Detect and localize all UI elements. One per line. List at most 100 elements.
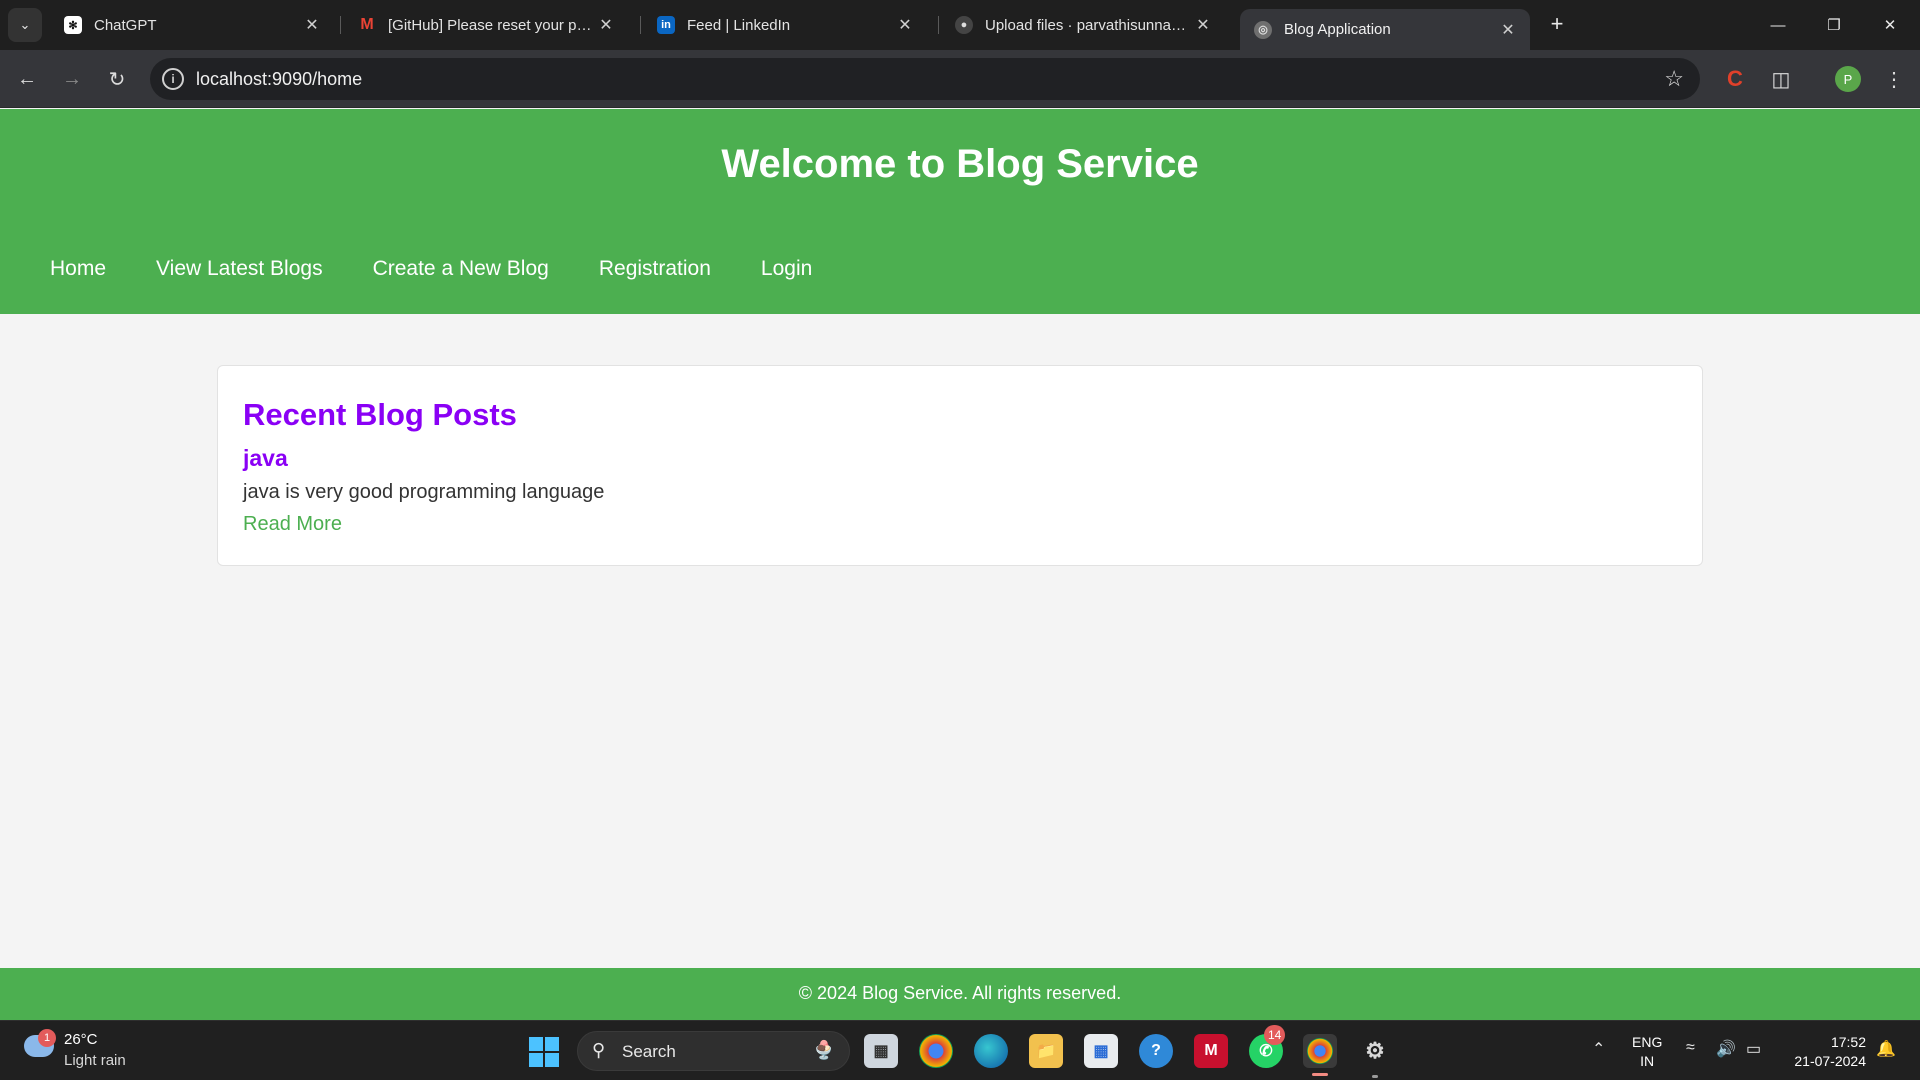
taskbar: 1 26°C Light rain ⚲ Search 🍨 ▦ 📁 ▦ ? M ✆… bbox=[0, 1020, 1920, 1080]
forward-button[interactable]: → bbox=[55, 62, 89, 96]
search-icon: ⚲ bbox=[592, 1040, 606, 1060]
windows-logo-part bbox=[529, 1053, 543, 1067]
globe-icon: ◎ bbox=[1254, 20, 1272, 39]
more-menu-icon[interactable]: ⋮ bbox=[1880, 65, 1908, 93]
running-app-indicator bbox=[1372, 1075, 1378, 1078]
wifi-icon[interactable]: ≈ bbox=[1686, 1039, 1695, 1057]
input-language[interactable]: ENG IN bbox=[1632, 1033, 1662, 1071]
browser-tab-strip: ⌄ ✻ ChatGPT ✕ M [GitHub] Please reset yo… bbox=[0, 0, 1920, 50]
reload-button[interactable]: ↻ bbox=[100, 62, 134, 96]
clock-date: 21-07-2024 bbox=[1794, 1053, 1866, 1069]
address-url[interactable]: localhost:9090/home bbox=[196, 69, 362, 90]
taskbar-search[interactable]: ⚲ Search 🍨 bbox=[577, 1031, 850, 1071]
weather-description: Light rain bbox=[64, 1052, 126, 1069]
restore-button[interactable]: ❐ bbox=[1806, 0, 1862, 50]
chrome-icon[interactable] bbox=[919, 1034, 953, 1068]
tab-blog-application[interactable]: ◎ Blog Application ✕ bbox=[1240, 9, 1530, 50]
nav-create-blog-link[interactable]: Create a New Blog bbox=[373, 257, 549, 281]
minimize-icon: — bbox=[1770, 16, 1786, 34]
settings-gear-icon[interactable]: ⚙ bbox=[1358, 1034, 1392, 1068]
site-title: Welcome to Blog Service bbox=[721, 142, 1199, 186]
whatsapp-badge: 14 bbox=[1264, 1025, 1286, 1045]
minimize-button[interactable]: — bbox=[1750, 0, 1806, 50]
windows-logo-part bbox=[545, 1053, 559, 1067]
close-icon[interactable]: ✕ bbox=[596, 15, 616, 35]
volume-icon[interactable]: 🔊 bbox=[1716, 1039, 1736, 1059]
file-explorer-icon[interactable]: 📁 bbox=[1029, 1034, 1063, 1068]
task-view-icon[interactable]: ▦ bbox=[864, 1034, 898, 1068]
tab-separator bbox=[938, 16, 939, 34]
chrome-active-icon[interactable] bbox=[1303, 1034, 1337, 1068]
chevron-down-icon: ⌄ bbox=[19, 17, 31, 32]
footer-text: © 2024 Blog Service. All rights reserved… bbox=[798, 983, 1122, 1003]
close-icon[interactable]: ✕ bbox=[895, 15, 915, 35]
tab-separator bbox=[640, 16, 641, 34]
microsoft-store-icon[interactable]: ▦ bbox=[1084, 1034, 1118, 1068]
extension-c-icon[interactable]: C bbox=[1721, 65, 1749, 93]
tab-title: ChatGPT bbox=[94, 16, 157, 34]
site-nav: Home View Latest Blogs Create a New Blog… bbox=[50, 257, 862, 281]
post-title: java bbox=[243, 445, 288, 471]
edge-icon[interactable] bbox=[974, 1034, 1008, 1068]
close-window-button[interactable]: ✕ bbox=[1862, 0, 1918, 50]
tab-title: Feed | LinkedIn bbox=[687, 16, 791, 34]
back-button[interactable]: ← bbox=[10, 62, 44, 96]
close-icon[interactable]: ✕ bbox=[302, 15, 322, 35]
recent-posts-heading: Recent Blog Posts bbox=[243, 397, 517, 432]
windows-logo-icon bbox=[529, 1037, 543, 1051]
puzzle-icon[interactable]: ◫ bbox=[1767, 65, 1795, 93]
site-header: Welcome to Blog Service Home View Latest… bbox=[0, 109, 1920, 314]
tab-title: Upload files · parvathisunnam/J bbox=[985, 16, 1193, 34]
linkedin-icon: in bbox=[657, 16, 675, 34]
read-more-link[interactable]: Read More bbox=[243, 513, 342, 536]
tab-chatgpt[interactable]: ✻ ChatGPT ✕ bbox=[50, 7, 334, 43]
nav-login-link[interactable]: Login bbox=[761, 257, 812, 281]
start-button[interactable] bbox=[529, 1037, 559, 1067]
region-code: IN bbox=[1640, 1053, 1655, 1069]
site-footer: © 2024 Blog Service. All rights reserved… bbox=[0, 968, 1920, 1020]
language-code: ENG bbox=[1632, 1034, 1663, 1050]
close-icon: ✕ bbox=[1883, 17, 1897, 34]
chrome-icon bbox=[1307, 1038, 1333, 1064]
chatgpt-icon: ✻ bbox=[64, 16, 82, 34]
tab-search-button[interactable]: ⌄ bbox=[8, 8, 42, 42]
profile-avatar[interactable]: P bbox=[1835, 66, 1861, 92]
web-page: Welcome to Blog Service Home View Latest… bbox=[0, 109, 1920, 1020]
notification-bell-icon[interactable]: 🔔 bbox=[1876, 1039, 1896, 1059]
tab-gmail[interactable]: M [GitHub] Please reset your passw ✕ bbox=[344, 7, 628, 43]
gmail-icon: M bbox=[360, 16, 374, 33]
recent-posts-card: Recent Blog Posts java java is very good… bbox=[217, 365, 1703, 566]
nav-registration-link[interactable]: Registration bbox=[599, 257, 711, 281]
close-icon[interactable]: ✕ bbox=[1498, 20, 1518, 40]
arrow-left-icon: ← bbox=[17, 67, 37, 90]
clock-time: 17:52 bbox=[1830, 1034, 1866, 1050]
weather-temperature: 26°C bbox=[64, 1031, 98, 1048]
arrow-right-icon: → bbox=[62, 67, 82, 90]
tab-title: Blog Application bbox=[1284, 21, 1391, 38]
taskbar-search-label: Search bbox=[622, 1042, 676, 1061]
new-tab-button[interactable]: + bbox=[1543, 10, 1571, 38]
search-highlight-icon: 🍨 bbox=[812, 1040, 835, 1060]
active-app-indicator bbox=[1312, 1073, 1328, 1076]
star-icon[interactable]: ☆ bbox=[1664, 66, 1684, 92]
tab-linkedin[interactable]: in Feed | LinkedIn ✕ bbox=[643, 7, 927, 43]
mcafee-icon[interactable]: M bbox=[1194, 1034, 1228, 1068]
github-icon: ● bbox=[955, 16, 973, 34]
nav-view-latest-blogs-link[interactable]: View Latest Blogs bbox=[156, 257, 323, 281]
browser-toolbar: ← → ↻ i localhost:9090/home ☆ C ◫ P ⋮ bbox=[0, 50, 1920, 108]
nav-home-link[interactable]: Home bbox=[50, 257, 106, 281]
close-icon[interactable]: ✕ bbox=[1193, 15, 1213, 35]
tab-github[interactable]: ● Upload files · parvathisunnam/J ✕ bbox=[941, 7, 1225, 43]
restore-icon: ❐ bbox=[1827, 17, 1841, 34]
help-icon[interactable]: ? bbox=[1139, 1034, 1173, 1068]
tab-title: [GitHub] Please reset your passw bbox=[388, 16, 596, 34]
address-bar[interactable]: i localhost:9090/home ☆ bbox=[150, 58, 1700, 100]
plus-icon: + bbox=[1550, 11, 1564, 36]
battery-icon[interactable]: ▭ bbox=[1746, 1039, 1761, 1059]
post-summary: java is very good programming language bbox=[243, 481, 605, 503]
weather-badge: 1 bbox=[38, 1029, 56, 1047]
chevron-up-icon[interactable]: ⌃ bbox=[1592, 1039, 1605, 1059]
tab-separator bbox=[340, 16, 341, 34]
system-clock[interactable]: 17:52 21-07-2024 bbox=[1794, 1033, 1866, 1071]
site-info-icon[interactable]: i bbox=[162, 68, 184, 90]
